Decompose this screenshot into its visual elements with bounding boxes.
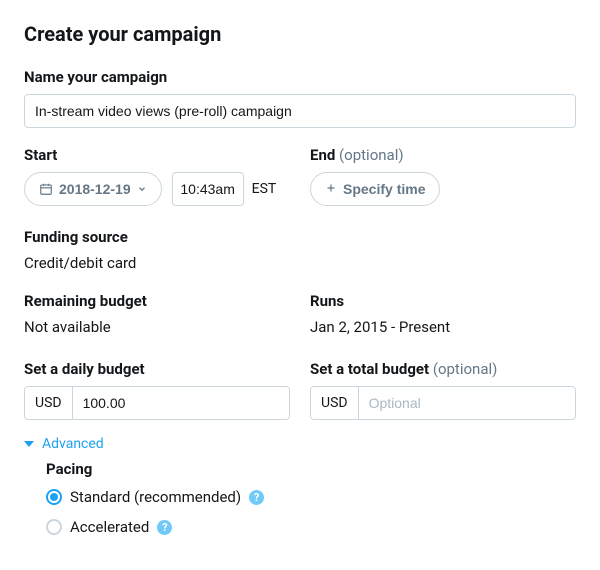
pacing-option-accelerated[interactable]: Accelerated ? <box>46 518 576 536</box>
total-budget-group: USD <box>310 386 576 420</box>
daily-currency-label: USD <box>25 387 73 419</box>
runs-label: Runs <box>310 292 576 310</box>
pacing-option-standard[interactable]: Standard (recommended) ? <box>46 488 576 506</box>
remaining-budget-value: Not available <box>24 318 290 336</box>
timezone-label: EST <box>252 181 277 197</box>
specify-time-label: Specify time <box>343 181 425 197</box>
help-icon[interactable]: ? <box>249 490 264 505</box>
runs-value: Jan 2, 2015 - Present <box>310 318 576 336</box>
total-budget-input[interactable] <box>359 387 575 419</box>
start-time-input[interactable] <box>172 172 244 206</box>
funding-source-label: Funding source <box>24 228 576 246</box>
pacing-standard-label: Standard (recommended) <box>70 488 241 506</box>
help-icon[interactable]: ? <box>157 520 172 535</box>
campaign-name-input[interactable] <box>24 94 576 128</box>
chevron-down-icon <box>137 184 147 194</box>
radio-icon <box>46 489 62 505</box>
daily-budget-label: Set a daily budget <box>24 360 290 378</box>
daily-budget-group: USD <box>24 386 290 420</box>
pacing-label: Pacing <box>46 460 576 478</box>
specify-end-time-button[interactable]: Specify time <box>310 172 440 206</box>
advanced-toggle[interactable]: Advanced <box>24 436 104 452</box>
calendar-icon <box>39 182 53 196</box>
page-title: Create your campaign <box>24 22 576 46</box>
funding-source-value: Credit/debit card <box>24 254 576 272</box>
caret-down-icon <box>24 441 34 447</box>
pacing-accelerated-label: Accelerated <box>70 518 149 536</box>
campaign-name-label: Name your campaign <box>24 68 576 86</box>
radio-icon <box>46 519 62 535</box>
plus-icon <box>325 181 337 197</box>
advanced-label: Advanced <box>42 436 104 452</box>
start-date-button[interactable]: 2018-12-19 <box>24 172 162 206</box>
end-label: End (optional) <box>310 146 576 164</box>
daily-budget-input[interactable] <box>73 387 289 419</box>
remaining-budget-label: Remaining budget <box>24 292 290 310</box>
start-date-value: 2018-12-19 <box>59 181 131 197</box>
total-currency-label: USD <box>311 387 359 419</box>
start-label: Start <box>24 146 290 164</box>
total-budget-label: Set a total budget (optional) <box>310 360 576 378</box>
